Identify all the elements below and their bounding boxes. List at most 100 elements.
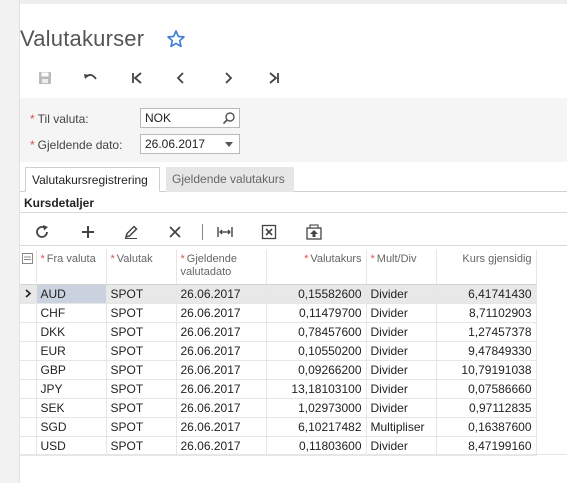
cell-rate-type[interactable]: SPOT bbox=[106, 303, 177, 323]
cell-reciprocal-rate[interactable]: 8,71102903 bbox=[436, 303, 537, 323]
row-selector[interactable] bbox=[20, 284, 37, 304]
fit-columns-icon[interactable] bbox=[215, 222, 235, 242]
undo-icon[interactable] bbox=[80, 68, 102, 88]
table-row[interactable]: SEK SPOT 26.06.2017 1,02973000 Divider 0,9711… bbox=[20, 398, 537, 418]
cell-mult-div[interactable]: Divider bbox=[366, 360, 437, 380]
tab-rate-registration[interactable]: Valutakursregistrering bbox=[25, 167, 160, 192]
cell-mult-div[interactable]: Divider bbox=[366, 322, 437, 342]
cell-rate-type[interactable]: SPOT bbox=[106, 436, 177, 456]
table-row[interactable]: EUR SPOT 26.06.2017 0,10550200 Divider 9,4784… bbox=[20, 341, 537, 361]
table-row[interactable]: JPY SPOT 26.06.2017 13,18103100 Divider 0,075… bbox=[20, 379, 537, 399]
cell-rate-type[interactable]: SPOT bbox=[106, 360, 177, 380]
cell-mult-div[interactable]: Divider bbox=[366, 303, 437, 323]
cell-reciprocal-rate[interactable]: 9,47849330 bbox=[436, 341, 537, 361]
row-selector[interactable] bbox=[20, 322, 37, 342]
table-row[interactable]: CHF SPOT 26.06.2017 0,11479700 Divider 8,7110… bbox=[20, 303, 537, 323]
cell-rate-type[interactable]: SPOT bbox=[106, 379, 177, 399]
cell-from-currency[interactable]: EUR bbox=[36, 341, 107, 361]
cell-from-currency[interactable]: SEK bbox=[36, 398, 107, 418]
cell-rate[interactable]: 0,11803600 bbox=[266, 436, 367, 456]
cell-rate[interactable]: 0,11479700 bbox=[266, 303, 367, 323]
header-effective-date[interactable]: * Gjeldende valutadato bbox=[176, 250, 267, 285]
cell-effective-date[interactable]: 26.06.2017 bbox=[176, 303, 267, 323]
cell-rate[interactable]: 1,02973000 bbox=[266, 398, 367, 418]
cell-reciprocal-rate[interactable]: 8,47199160 bbox=[436, 436, 537, 456]
table-row[interactable]: SGD SPOT 26.06.2017 6,10217482 Multipliser 0,… bbox=[20, 417, 537, 437]
row-selector[interactable] bbox=[20, 436, 37, 456]
cell-mult-div[interactable]: Divider bbox=[366, 341, 437, 361]
previous-icon[interactable] bbox=[170, 68, 192, 88]
last-icon[interactable] bbox=[263, 68, 285, 88]
cell-rate-type[interactable]: SPOT bbox=[106, 417, 177, 437]
cell-mult-div[interactable]: Multipliser bbox=[366, 417, 437, 437]
search-icon[interactable] bbox=[222, 111, 236, 125]
row-selector[interactable] bbox=[20, 398, 37, 418]
table-row[interactable]: AUD SPOT 26.06.2017 0,15582600 Divider 6,4174… bbox=[20, 284, 537, 304]
cell-reciprocal-rate[interactable]: 0,07586660 bbox=[436, 379, 537, 399]
cell-mult-div[interactable]: Divider bbox=[366, 284, 437, 304]
cell-mult-div[interactable]: Divider bbox=[366, 398, 437, 418]
star-icon[interactable] bbox=[166, 29, 186, 49]
cell-from-currency[interactable]: SGD bbox=[36, 417, 107, 437]
cell-mult-div[interactable]: Divider bbox=[366, 379, 437, 399]
upload-icon[interactable] bbox=[304, 222, 324, 242]
cell-rate[interactable]: 13,18103100 bbox=[266, 379, 367, 399]
cell-from-currency[interactable]: USD bbox=[36, 436, 107, 456]
cell-rate-type[interactable]: SPOT bbox=[106, 322, 177, 342]
cell-rate-type[interactable]: SPOT bbox=[106, 284, 177, 304]
row-selector[interactable] bbox=[20, 303, 37, 323]
cell-reciprocal-rate[interactable]: 0,16387600 bbox=[436, 417, 537, 437]
save-icon[interactable] bbox=[34, 68, 56, 88]
row-selector[interactable] bbox=[20, 341, 37, 361]
cell-from-currency[interactable]: GBP bbox=[36, 360, 107, 380]
row-selector[interactable] bbox=[20, 360, 37, 380]
header-from-currency[interactable]: * Fra valuta bbox=[36, 250, 107, 285]
table-row[interactable]: DKK SPOT 26.06.2017 0,78457600 Divider 1,2745… bbox=[20, 322, 537, 342]
cell-mult-div[interactable]: Divider bbox=[366, 436, 437, 456]
refresh-icon[interactable] bbox=[32, 222, 52, 242]
cell-effective-date[interactable]: 26.06.2017 bbox=[176, 284, 267, 304]
tab-current-rate[interactable]: Gjeldende valutakurs bbox=[166, 167, 294, 192]
cell-effective-date[interactable]: 26.06.2017 bbox=[176, 436, 267, 456]
cell-effective-date[interactable]: 26.06.2017 bbox=[176, 360, 267, 380]
cell-effective-date[interactable]: 26.06.2017 bbox=[176, 379, 267, 399]
cell-reciprocal-rate[interactable]: 6,41741430 bbox=[436, 284, 537, 304]
header-mult-div[interactable]: * Mult/Div bbox=[366, 250, 437, 285]
cell-rate[interactable]: 0,78457600 bbox=[266, 322, 367, 342]
cell-rate[interactable]: 0,10550200 bbox=[266, 341, 367, 361]
cell-from-currency[interactable]: JPY bbox=[36, 379, 107, 399]
header-reciprocal-rate[interactable]: Kurs gjensidig bbox=[436, 250, 537, 285]
cell-reciprocal-rate[interactable]: 10,79191038 bbox=[436, 360, 537, 380]
cell-rate[interactable]: 0,09266200 bbox=[266, 360, 367, 380]
row-selector-header[interactable] bbox=[20, 250, 37, 285]
header-rate[interactable]: * Valutakurs bbox=[266, 250, 367, 285]
row-selector-icon[interactable] bbox=[22, 253, 33, 267]
dropdown-icon[interactable] bbox=[222, 137, 236, 151]
cell-effective-date[interactable]: 26.06.2017 bbox=[176, 398, 267, 418]
cell-from-currency[interactable]: CHF bbox=[36, 303, 107, 323]
cell-effective-date[interactable]: 26.06.2017 bbox=[176, 341, 267, 361]
cell-rate[interactable]: 6,10217482 bbox=[266, 417, 367, 437]
cell-from-currency[interactable]: AUD bbox=[36, 284, 107, 304]
table-row[interactable]: USD SPOT 26.06.2017 0,11803600 Divider 8,4719… bbox=[20, 436, 537, 456]
header-rate-type[interactable]: * Valutak bbox=[106, 250, 177, 285]
cell-effective-date[interactable]: 26.06.2017 bbox=[176, 322, 267, 342]
cell-rate-type[interactable]: SPOT bbox=[106, 341, 177, 361]
next-icon[interactable] bbox=[217, 68, 239, 88]
edit-icon[interactable] bbox=[121, 222, 141, 242]
delete-icon[interactable] bbox=[165, 222, 185, 242]
currency-field[interactable]: NOK bbox=[140, 108, 240, 128]
first-icon[interactable] bbox=[126, 68, 148, 88]
add-icon[interactable] bbox=[78, 222, 98, 242]
date-field[interactable]: 26.06.2017 bbox=[140, 134, 240, 154]
cell-rate[interactable]: 0,15582600 bbox=[266, 284, 367, 304]
row-selector[interactable] bbox=[20, 417, 37, 437]
row-selector[interactable] bbox=[20, 379, 37, 399]
cell-effective-date[interactable]: 26.06.2017 bbox=[176, 417, 267, 437]
export-excel-icon[interactable] bbox=[259, 222, 279, 242]
cell-reciprocal-rate[interactable]: 0,97112835 bbox=[436, 398, 537, 418]
cell-from-currency[interactable]: DKK bbox=[36, 322, 107, 342]
cell-reciprocal-rate[interactable]: 1,27457378 bbox=[436, 322, 537, 342]
cell-rate-type[interactable]: SPOT bbox=[106, 398, 177, 418]
table-row[interactable]: GBP SPOT 26.06.2017 0,09266200 Divider 10,791… bbox=[20, 360, 537, 380]
